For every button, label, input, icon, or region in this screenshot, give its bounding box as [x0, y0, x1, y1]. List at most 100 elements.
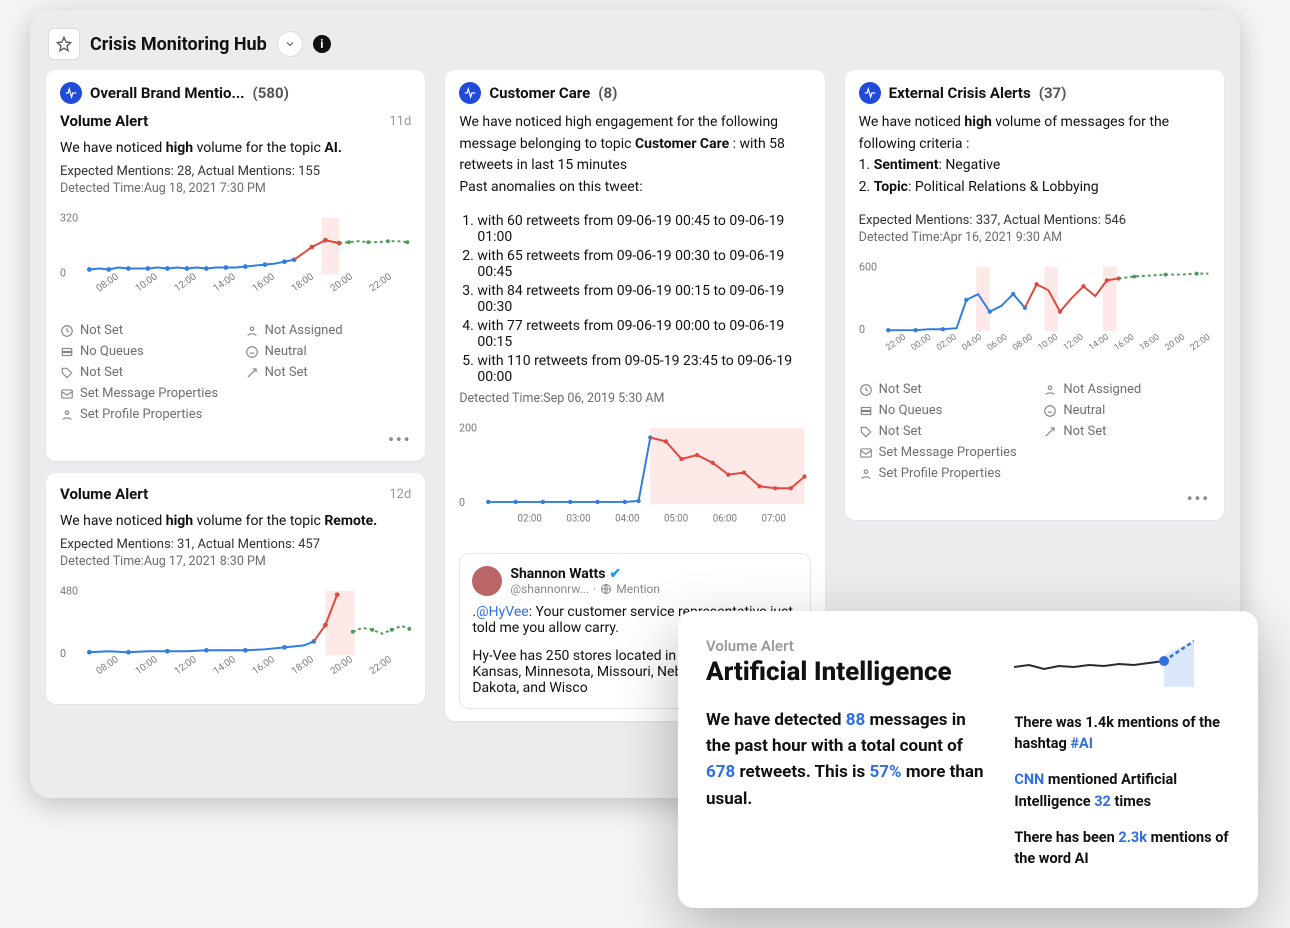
alert-detected: Detected Time:Aug 18, 2021 7:30 PM: [60, 181, 411, 196]
chart-left2: 480 0 08:00 10:00 12:00 14:0: [60, 581, 411, 692]
alert-detected: Detected Time:Sep 06, 2019 5:30 AM: [459, 391, 810, 406]
column-mid-count: (8): [598, 84, 617, 102]
set-message-properties[interactable]: Set Message Properties: [859, 445, 1210, 460]
svg-text:16:00: 16:00: [251, 271, 277, 294]
svg-text:07:00: 07:00: [762, 513, 786, 524]
svg-text:14:00: 14:00: [212, 271, 238, 294]
more-menu[interactable]: •••: [60, 430, 411, 449]
prop-status[interactable]: Not Set: [60, 323, 227, 338]
alert-body: We have noticed high volume of messages …: [859, 112, 1210, 155]
svg-text:16:00: 16:00: [1112, 332, 1136, 353]
stat-1: There was 1.4k mentions of the hashtag #…: [1014, 712, 1230, 756]
stat-3: There has been 2.3k mentions of the word…: [1014, 827, 1230, 871]
prop-assignee[interactable]: Not Assigned: [245, 323, 412, 338]
more-menu[interactable]: •••: [859, 489, 1210, 508]
column-right-header: External Crisis Alerts (37): [859, 82, 1210, 104]
svg-text:04:00: 04:00: [615, 513, 639, 524]
svg-text:480: 480: [60, 585, 78, 598]
info-icon[interactable]: i: [313, 35, 331, 53]
pulse-icon: [859, 82, 881, 104]
prop-sentiment[interactable]: Neutral: [1043, 403, 1210, 418]
svg-text:22:00: 22:00: [1188, 332, 1210, 353]
alert-detected: Detected Time:Aug 17, 2021 8:30 PM: [60, 554, 411, 569]
favorite-button[interactable]: [48, 28, 80, 60]
list-item: with 65 retweets from 09-06-19 00:30 to …: [477, 248, 810, 280]
svg-text:0: 0: [459, 496, 465, 509]
volume-alert-overlay: Volume Alert Artificial Intelligence We …: [678, 611, 1258, 908]
chart-right: 600 0 22:00 00:00: [859, 257, 1210, 368]
svg-text:20:00: 20:00: [1163, 332, 1187, 353]
svg-text:18:00: 18:00: [290, 654, 316, 677]
alert-title: Volume Alert: [60, 112, 148, 130]
tweet-author: Shannon Watts ✔: [510, 566, 660, 582]
svg-text:320: 320: [60, 211, 78, 224]
svg-text:600: 600: [859, 260, 877, 273]
svg-text:14:00: 14:00: [212, 654, 238, 677]
svg-text:20:00: 20:00: [329, 654, 355, 677]
engagement-intro: We have noticed high engagement for the …: [459, 112, 810, 177]
svg-text:00:00: 00:00: [909, 332, 933, 353]
svg-text:18:00: 18:00: [290, 271, 316, 294]
svg-text:08:00: 08:00: [1011, 332, 1035, 353]
prop-campaign[interactable]: Not Set: [1043, 424, 1210, 439]
prop-assignee[interactable]: Not Assigned: [1043, 382, 1210, 397]
list-item: with 84 retweets from 09-06-19 00:15 to …: [477, 283, 810, 315]
svg-text:08:00: 08:00: [94, 271, 120, 294]
chart-mid: 200 0 02:0003:0004:00 05:0006:0007:00: [459, 418, 810, 539]
alert-card-ai[interactable]: Volume Alert 11d We have noticed high vo…: [60, 112, 411, 449]
svg-text:22:00: 22:00: [884, 332, 908, 353]
star-icon: [56, 36, 72, 52]
stat-2: CNN mentioned Artificial Intelligence 32…: [1014, 769, 1230, 813]
svg-text:200: 200: [459, 421, 477, 434]
prop-tags[interactable]: Not Set: [60, 365, 227, 380]
svg-text:10:00: 10:00: [133, 654, 159, 677]
svg-text:12:00: 12:00: [173, 271, 199, 294]
svg-text:06:00: 06:00: [713, 513, 737, 524]
pulse-icon: [459, 82, 481, 104]
prop-queues[interactable]: No Queues: [60, 344, 227, 359]
overlay-kicker: Volume Alert: [706, 637, 986, 655]
prop-campaign[interactable]: Not Set: [245, 365, 412, 380]
alert-body: We have noticed high volume for the topi…: [60, 511, 411, 533]
page-title: Crisis Monitoring Hub: [90, 34, 267, 55]
column-right-count: (37): [1039, 84, 1067, 102]
svg-text:04:00: 04:00: [960, 332, 984, 353]
prop-tags[interactable]: Not Set: [859, 424, 1026, 439]
set-profile-properties[interactable]: Set Profile Properties: [859, 466, 1210, 481]
set-profile-properties[interactable]: Set Profile Properties: [60, 407, 411, 422]
anomaly-list: with 60 retweets from 09-06-19 00:45 to …: [459, 213, 810, 385]
alert-meta: Expected Mentions: 31, Actual Mentions: …: [60, 537, 411, 552]
column-right-title: External Crisis Alerts: [889, 84, 1031, 102]
alert-card-remote[interactable]: Volume Alert 12d We have noticed high vo…: [46, 473, 425, 704]
verified-icon: ✔: [609, 566, 621, 582]
globe-icon: [600, 583, 612, 595]
alert-props: Not Set Not Assigned No Queues Neutral N…: [859, 382, 1210, 439]
past-anomalies-label: Past anomalies on this tweet:: [459, 177, 810, 199]
prop-status[interactable]: Not Set: [859, 382, 1026, 397]
alert-title: Volume Alert: [60, 485, 148, 503]
tweet-handle: @shannonrw...· Mention: [510, 582, 660, 596]
alert-meta: Expected Mentions: 337, Actual Mentions:…: [859, 213, 1210, 228]
column-left: Overall Brand Mentio... (580) Volume Ale…: [46, 70, 425, 721]
column-mid-header: Customer Care (8): [459, 82, 810, 104]
prop-queues[interactable]: No Queues: [859, 403, 1026, 418]
topbar: Crisis Monitoring Hub i: [46, 24, 1224, 70]
set-message-properties[interactable]: Set Message Properties: [60, 386, 411, 401]
column-left-title: Overall Brand Mentio...: [90, 84, 245, 102]
svg-text:0: 0: [60, 266, 66, 279]
overlay-title: Artificial Intelligence: [706, 657, 986, 687]
svg-text:10:00: 10:00: [1036, 332, 1060, 353]
column-left-header: Overall Brand Mentio... (580): [60, 82, 411, 104]
svg-text:0: 0: [60, 647, 66, 660]
prop-sentiment[interactable]: Neutral: [245, 344, 412, 359]
svg-text:10:00: 10:00: [133, 271, 159, 294]
title-dropdown-button[interactable]: [277, 31, 303, 57]
sparkline: [1014, 637, 1230, 694]
svg-text:12:00: 12:00: [173, 654, 199, 677]
list-item: with 60 retweets from 09-06-19 00:45 to …: [477, 213, 810, 245]
pulse-icon: [60, 82, 82, 104]
list-item: with 110 retweets from 09-05-19 23:45 to…: [477, 353, 810, 385]
svg-text:20:00: 20:00: [329, 271, 355, 294]
svg-text:22:00: 22:00: [368, 654, 394, 677]
svg-text:03:00: 03:00: [567, 513, 591, 524]
